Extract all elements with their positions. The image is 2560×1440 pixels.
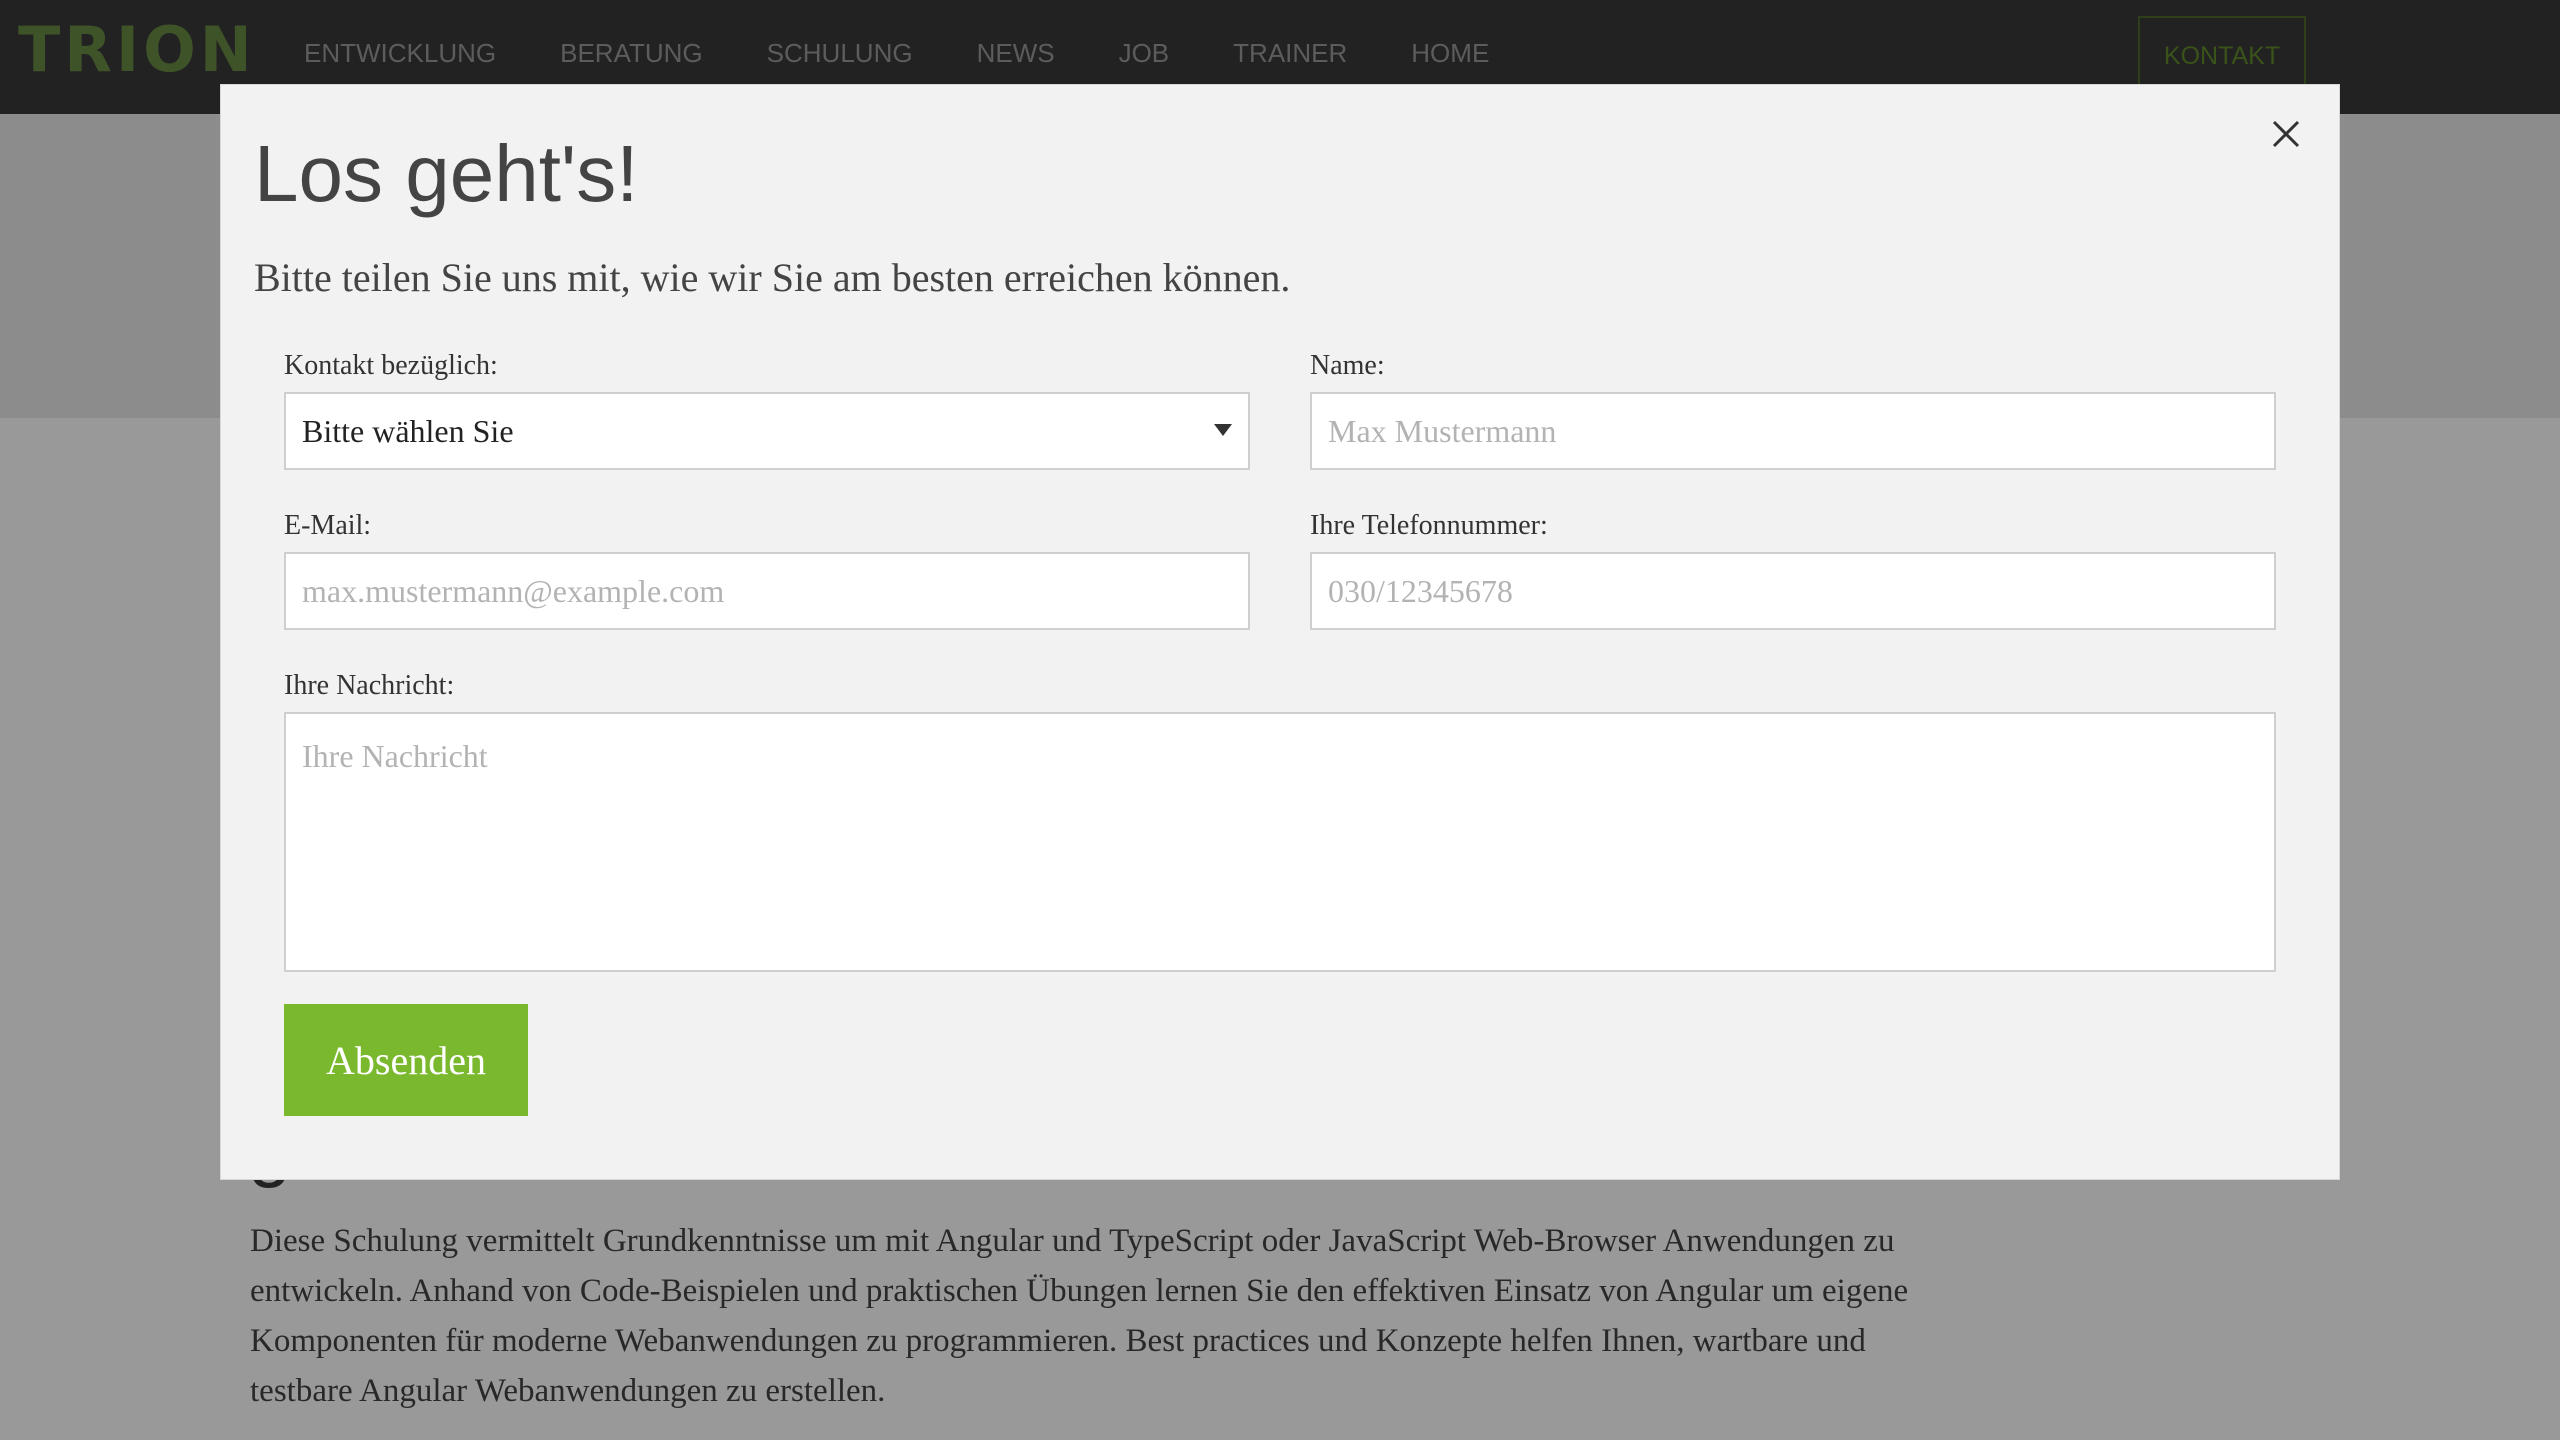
name-input[interactable] bbox=[1310, 392, 2276, 470]
email-input[interactable] bbox=[284, 552, 1250, 630]
phone-label: Ihre Telefonnummer: bbox=[1310, 510, 1548, 541]
submit-button[interactable]: Absenden bbox=[284, 1004, 528, 1116]
topic-label: Kontakt bezüglich: bbox=[284, 350, 498, 381]
close-button[interactable] bbox=[2264, 112, 2308, 156]
topic-select-value: Bitte wählen Sie bbox=[302, 412, 514, 449]
message-label: Ihre Nachricht: bbox=[284, 670, 455, 701]
name-label: Name: bbox=[1310, 350, 1385, 381]
message-textarea[interactable] bbox=[284, 712, 2276, 972]
close-icon bbox=[2272, 120, 2300, 148]
phone-input[interactable] bbox=[1310, 552, 2276, 630]
topic-select[interactable]: Bitte wählen Sie bbox=[284, 392, 1250, 470]
email-label: E-Mail: bbox=[284, 510, 372, 541]
modal-title: Los geht's! bbox=[254, 129, 639, 218]
contact-modal bbox=[220, 84, 2340, 1180]
modal-subtitle: Bitte teilen Sie uns mit, wie wir Sie am… bbox=[254, 255, 1291, 300]
caret-down-icon bbox=[1214, 424, 1232, 436]
